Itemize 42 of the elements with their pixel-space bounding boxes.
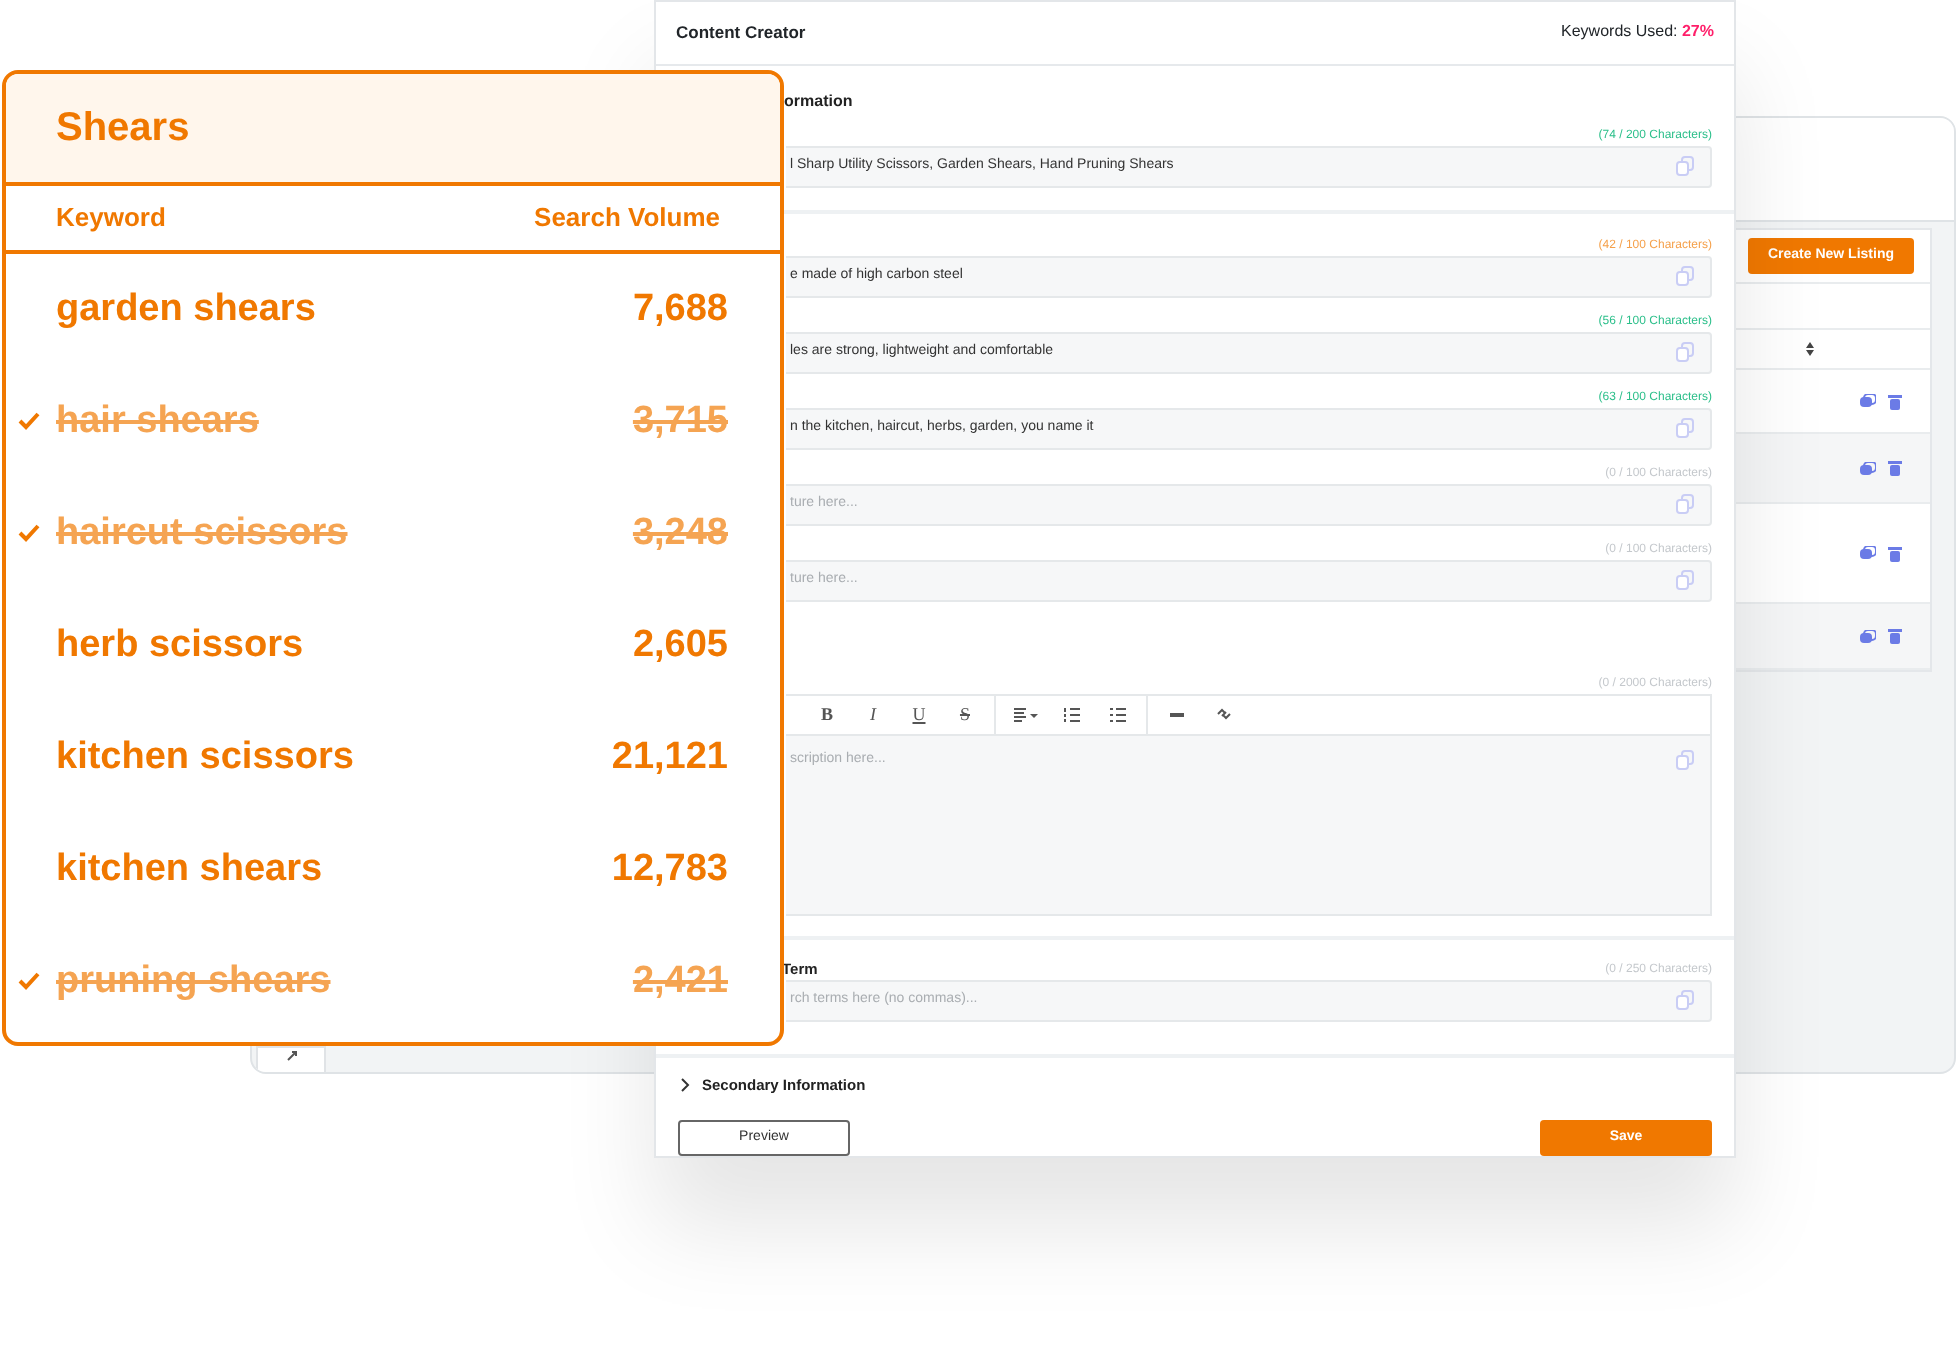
volume-text: 12,783 <box>611 845 728 894</box>
check-icon <box>18 524 40 542</box>
duplicate-icon[interactable] <box>1860 461 1876 475</box>
keyword-text: hair shears <box>56 397 259 446</box>
volume-text: 3,248 <box>632 509 728 558</box>
duplicate-icon[interactable] <box>1860 546 1876 560</box>
keyword-text: kitchen shears <box>56 845 323 894</box>
duplicate-icon[interactable] <box>1860 629 1876 643</box>
keyword-text: herb scissors <box>56 621 304 670</box>
card-title: Shears <box>56 104 190 154</box>
ordered-list-icon <box>1063 707 1079 722</box>
trash-icon[interactable] <box>1888 393 1902 409</box>
underline-button[interactable]: U <box>896 695 942 734</box>
keyword-text: kitchen scissors <box>56 733 354 782</box>
strikethrough-button[interactable]: S <box>942 695 988 734</box>
keyword-text: garden shears <box>56 285 316 334</box>
align-icon <box>1013 707 1037 722</box>
italic-button[interactable]: I <box>850 695 896 734</box>
volume-text: 2,421 <box>632 957 728 1006</box>
duplicate-icon[interactable] <box>1860 394 1876 408</box>
keyword-text: haircut scissors <box>56 509 348 558</box>
arrow-icon <box>285 1050 297 1062</box>
volume-text: 7,688 <box>632 285 728 334</box>
dash-icon <box>1170 711 1184 718</box>
bullet-list-icon <box>1109 707 1125 722</box>
volume-text: 3,715 <box>632 397 728 446</box>
volume-text: 21,121 <box>611 733 728 782</box>
column-header: Keyword <box>56 200 166 237</box>
section-heading: ormation <box>782 89 855 114</box>
volume-text: 2,605 <box>632 621 728 670</box>
keyword-text: pruning shears <box>56 957 331 1006</box>
sort-icon[interactable] <box>1806 342 1814 356</box>
trash-icon[interactable] <box>1888 628 1902 644</box>
column-header: Search Volume <box>534 200 720 237</box>
link-icon <box>1215 706 1231 723</box>
bold-button[interactable]: B <box>804 695 850 734</box>
trash-icon[interactable] <box>1888 460 1902 476</box>
trash-icon[interactable] <box>1888 545 1902 561</box>
window-title: Content Creator <box>676 20 806 46</box>
keywords-used-text: Keywords Used: 27% <box>1561 20 1714 45</box>
check-icon <box>18 412 40 430</box>
check-icon <box>18 972 40 990</box>
